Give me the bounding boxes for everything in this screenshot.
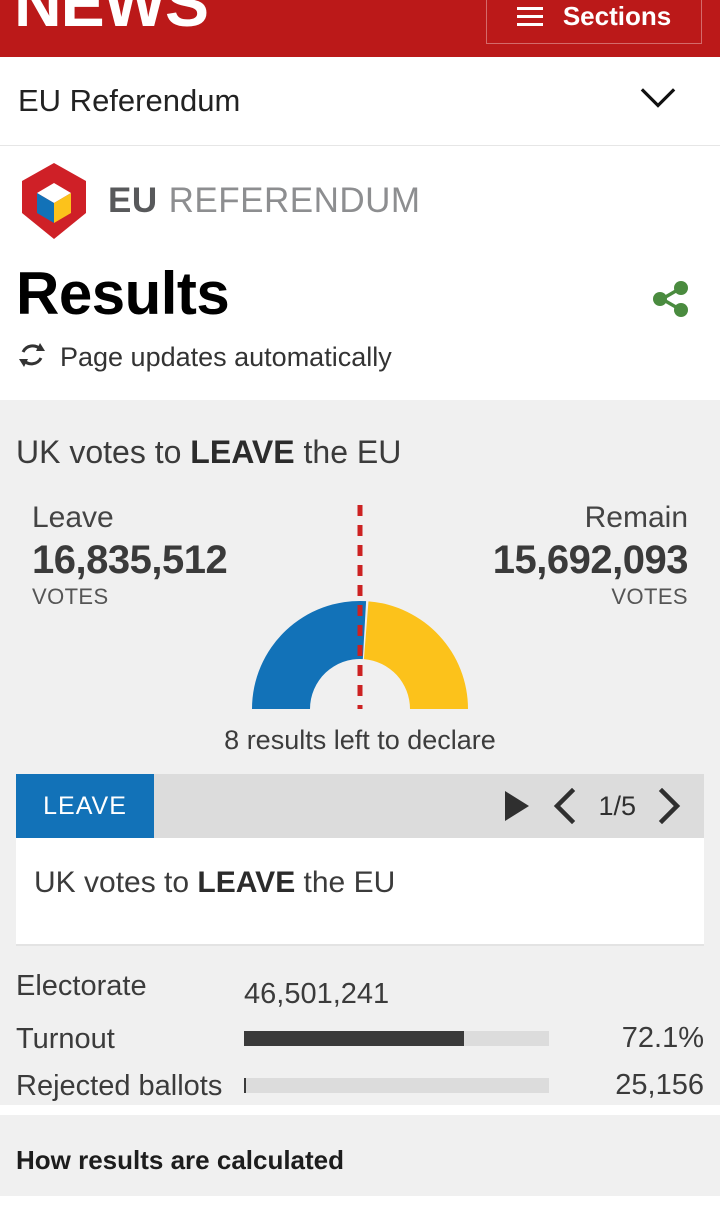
rejected-bar-cell — [244, 1068, 580, 1094]
electorate-spacer — [580, 968, 704, 969]
refresh-icon — [16, 339, 48, 376]
results-gauge-chart — [252, 505, 468, 709]
subnav-bar[interactable]: EU Referendum — [0, 57, 720, 146]
carousel-controls: 1/5 — [154, 774, 704, 838]
electorate-value-cell: 46,501,241 — [244, 968, 580, 1011]
remain-stats: Remain 15,692,093 VOTES — [492, 501, 689, 610]
carousel-result-badge: LEAVE — [16, 774, 154, 838]
turnout-label: Turnout — [16, 1023, 115, 1055]
rejected-bar-fill — [244, 1078, 247, 1094]
eu-referendum-logo-icon — [16, 161, 92, 241]
carousel-bar: LEAVE 1/5 — [16, 774, 704, 838]
leave-votes-unit: VOTES — [32, 583, 109, 609]
leave-label: Leave — [32, 501, 114, 534]
summary-headline: UK votes to LEAVE the EU — [16, 434, 704, 471]
page-title: Results — [16, 260, 230, 327]
remain-label: Remain — [584, 501, 688, 534]
stat-row-rejected: Rejected ballots 25,156 — [16, 1068, 704, 1105]
sections-button-label: Sections — [562, 0, 672, 31]
turnout-bar-track — [244, 1031, 549, 1046]
electorate-label: Electorate — [16, 970, 147, 1002]
gauge-block: Leave 16,835,512 VOTES Remain 15,692,093… — [16, 497, 704, 719]
sections-button[interactable]: Sections — [486, 0, 702, 44]
carousel-wrapper: LEAVE 1/5 UK votes to LEAVE the EU — [0, 774, 720, 946]
carousel-page-indicator: 1/5 — [598, 790, 636, 821]
play-button[interactable] — [502, 789, 532, 823]
statistics-table: Electorate 46,501,241 Turnout 72.1% Reje… — [0, 946, 720, 1106]
carousel-panel-suffix: the EU — [295, 866, 396, 899]
auto-update-text: Page updates automatically — [60, 342, 392, 372]
turnout-bar-cell — [244, 1021, 580, 1046]
page-title-row: Results — [0, 256, 720, 325]
bbc-masthead: NEWS Sections — [0, 0, 720, 57]
carousel-panel-prefix: UK votes to — [34, 866, 198, 899]
summary-headline-prefix: UK votes to — [16, 434, 191, 470]
share-icon[interactable] — [648, 276, 694, 327]
stat-row-electorate: Electorate 46,501,241 — [16, 968, 704, 1011]
results-left-to-declare: 8 results left to declare — [224, 725, 496, 755]
turnout-bar-fill — [244, 1031, 464, 1046]
electorate-value: 46,501,241 — [244, 978, 390, 1010]
eu-referendum-branding: EU REFERENDUM — [0, 146, 720, 256]
leave-stats: Leave 16,835,512 VOTES — [32, 501, 228, 610]
remain-votes-unit: VOTES — [611, 583, 688, 609]
summary-headline-emphasis: LEAVE — [190, 434, 295, 470]
previous-button[interactable] — [552, 788, 578, 824]
how-results-are-calculated-link[interactable]: How results are calculated — [0, 1115, 720, 1197]
turnout-value: 72.1% — [621, 1022, 704, 1054]
hamburger-menu-icon — [516, 2, 543, 31]
carousel-panel-emphasis: LEAVE — [197, 866, 296, 899]
rejected-ballots-label: Rejected ballots — [16, 1070, 223, 1103]
leave-votes: 16,835,512 — [32, 537, 228, 582]
remain-votes: 15,692,093 — [492, 537, 689, 582]
logo-text-eu: EU — [108, 181, 158, 220]
chevron-down-icon[interactable] — [640, 88, 676, 115]
results-summary-panel: UK votes to LEAVE the EU Leave 16,835,51… — [0, 400, 720, 774]
carousel-content-panel: UK votes to LEAVE the EU — [16, 838, 704, 946]
subnav-title: EU Referendum — [18, 83, 241, 118]
next-button[interactable] — [656, 788, 682, 824]
auto-update-notice: Page updates automatically — [0, 325, 720, 400]
carousel-panel-text: UK votes to LEAVE the EU — [34, 866, 686, 900]
bbc-news-logo[interactable]: NEWS — [14, 0, 209, 36]
summary-headline-suffix: the EU — [294, 434, 402, 470]
stat-row-turnout: Turnout 72.1% — [16, 1021, 704, 1058]
logo-text-referendum: REFERENDUM — [168, 181, 421, 220]
rejected-bar-track — [244, 1078, 549, 1094]
rejected-ballots-value: 25,156 — [615, 1069, 704, 1102]
